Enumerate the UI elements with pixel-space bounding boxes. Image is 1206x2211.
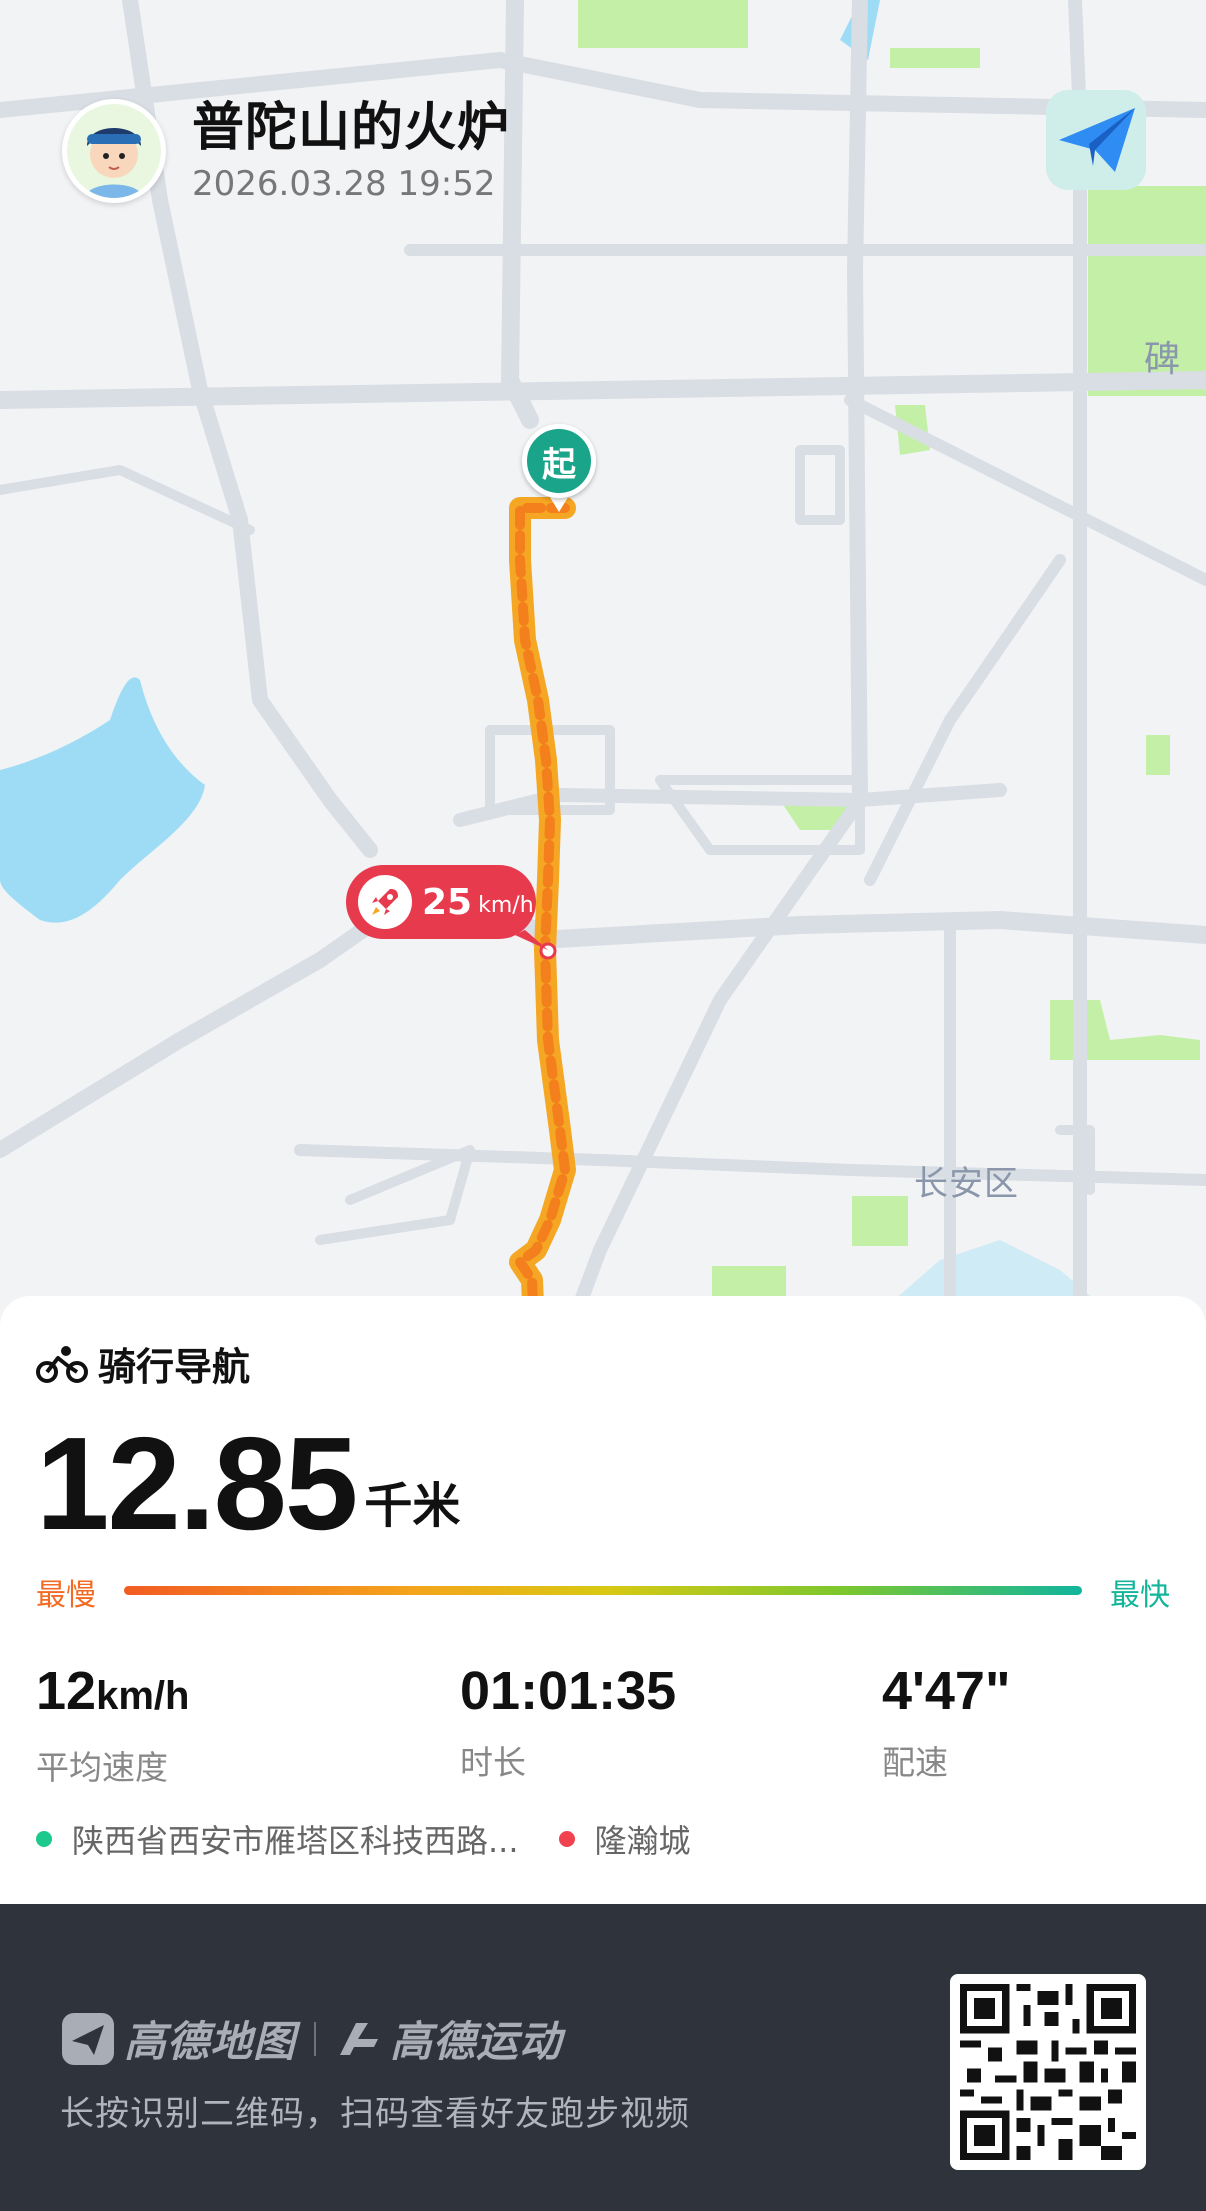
distance-value: 12.85: [36, 1410, 358, 1557]
start-location: 陕西省西安市雁塔区科技西路...: [72, 1822, 519, 1860]
brand-row: 高德地图 高德运动: [60, 2008, 562, 2069]
avg-speed-unit: km/h: [96, 1674, 190, 1718]
avatar-boy-icon[interactable]: [62, 99, 166, 203]
paper-plane-icon: [1059, 108, 1135, 172]
stats-row: 12km/h 平均速度 01:01:35 时长 4'47" 配速: [36, 1660, 1170, 1787]
max-speed-bubble: 25 km/h: [346, 865, 536, 939]
ride-summary-card: 骑行导航 12.85 千米 最慢 最快 12km/h 平均速度 01:01:35…: [0, 1296, 1206, 1904]
brand-amap-label: 高德地图: [124, 2017, 297, 2066]
max-speed-value: 25: [422, 881, 473, 923]
user-name: 普陀山的火炉: [192, 98, 511, 158]
start-marker: 起: [522, 424, 596, 498]
mode-label: 骑行导航: [98, 1345, 251, 1389]
edge-map-label: 碑: [1144, 339, 1181, 380]
end-location: 隆瀚城: [594, 1822, 691, 1860]
mode-row: 骑行导航: [36, 1336, 250, 1391]
duration-label: 时长: [460, 1743, 526, 1782]
pace-label: 配速: [882, 1743, 948, 1782]
brand-divider: [314, 2021, 317, 2056]
brand-amap-sport: 高德运动: [334, 2008, 562, 2069]
share-button[interactable]: [1046, 90, 1146, 190]
end-dot-icon: [558, 1831, 575, 1847]
user-header: 普陀山的火炉 2026.03.28 19:52: [62, 96, 510, 206]
stat-pace: 4'47" 配速: [882, 1660, 1011, 1784]
avg-speed-value: 12: [36, 1661, 97, 1721]
start-dot-icon: [36, 1831, 52, 1847]
duration-value: 01:01:35: [460, 1661, 677, 1721]
location-row: 陕西省西安市雁塔区科技西路... 隆瀚城: [36, 1816, 691, 1862]
scale-fast-label: 最快: [1110, 1578, 1170, 1613]
footer-hint: 长按识别二维码，扫码查看好友跑步视频: [60, 2094, 690, 2134]
rocket-icon: [358, 875, 412, 929]
bicycle-icon: [36, 1345, 88, 1383]
amap-sport-logo-icon: [340, 2022, 379, 2055]
share-footer: 高德地图 高德运动 长按识别二维码，扫码查看好友跑步视频: [0, 1904, 1206, 2211]
distance-row: 12.85 千米: [36, 1418, 460, 1550]
scale-slow-label: 最慢: [36, 1578, 96, 1613]
brand-amap: 高德地图: [60, 2008, 296, 2069]
stat-duration: 01:01:35 时长: [460, 1660, 676, 1784]
qr-code-icon[interactable]: [950, 1974, 1146, 2170]
activity-timestamp: 2026.03.28 19:52: [192, 164, 496, 204]
route-map[interactable]: 普陀山的火炉 2026.03.28 19:52 起 25 km/h 长安区 碑: [0, 0, 1206, 1330]
stat-avg-speed: 12km/h 平均速度: [36, 1660, 189, 1789]
district-label: 长安区: [914, 1164, 1019, 1204]
max-speed-unit: km/h: [478, 892, 534, 918]
amap-logo-icon: [62, 2012, 114, 2065]
speed-gradient-bar: [124, 1586, 1082, 1595]
distance-unit: 千米: [364, 1478, 461, 1534]
avg-speed-label: 平均速度: [36, 1748, 168, 1787]
brand-amap-sport-label: 高德运动: [390, 2017, 563, 2066]
pace-value: 4'47": [882, 1661, 1011, 1721]
speed-scale: 最慢 最快: [36, 1570, 1170, 1613]
